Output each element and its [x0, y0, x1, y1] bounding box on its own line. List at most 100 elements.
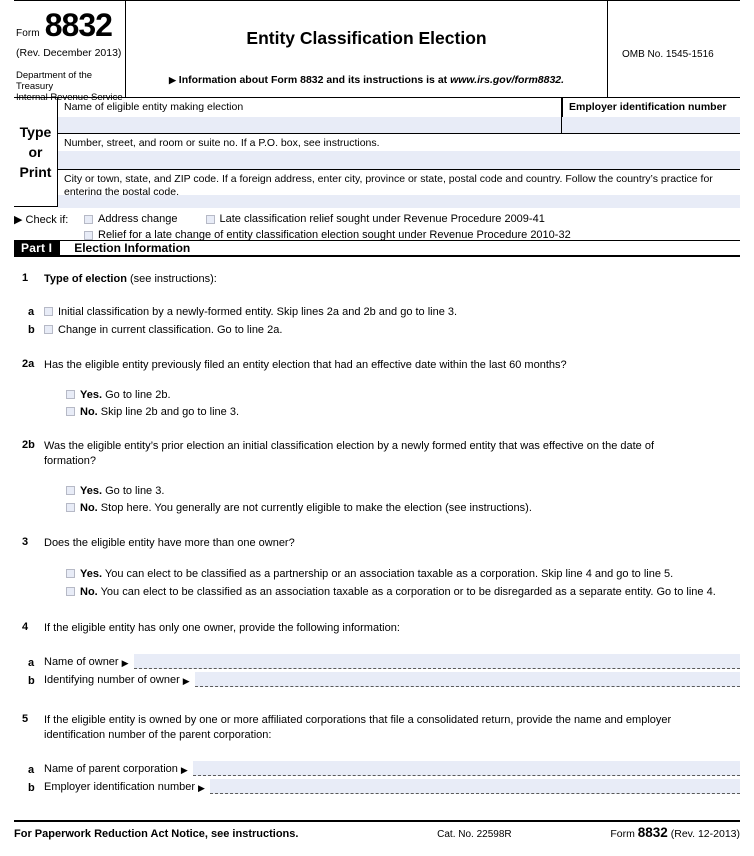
checkbox-line-1a[interactable]: [44, 306, 53, 316]
form-info-url: www.irs.gov/form8832.: [450, 74, 565, 86]
entity-name-row: Name of eligible entity making election …: [58, 98, 740, 134]
footer-form-id: Form 8832 (Rev. 12-2013): [610, 825, 740, 840]
part-i-title: Election Information: [74, 241, 191, 255]
line-1-bold-text: Type of election: [44, 273, 127, 285]
omb-number: OMB No. 1545-1516: [622, 49, 714, 60]
checkbox-late-classification-relief-label: Late classification relief sought under …: [219, 213, 545, 225]
footer-form-rev: (Rev. 12-2013): [670, 828, 740, 840]
right-triangle-icon-4b: ▶: [182, 675, 190, 686]
line-2a-yes-bold: Yes.: [80, 389, 103, 402]
line-3-yes: Yes. You can elect to be classified as a…: [14, 567, 740, 582]
type-or-print-line-1: Type: [19, 123, 52, 140]
part-i-header-bar: Part I Election Information: [14, 240, 740, 257]
type-or-print-rows: Name of eligible entity making election …: [58, 98, 740, 208]
line-4a-label: Name of owner: [44, 655, 119, 668]
form-number-line: Form 8832: [16, 7, 113, 43]
type-or-print-table: Type or Print Name of eligible entity ma…: [14, 97, 740, 208]
line-5a: a Name of parent corporation ▶: [14, 759, 740, 777]
line-5: 5 If the eligible entity is owned by one…: [14, 713, 740, 743]
line-3-no-bold: No.: [80, 585, 98, 598]
check-if-section: ▶ Check if: Address change Late classifi…: [14, 207, 740, 241]
checkbox-late-classification-relief[interactable]: [205, 214, 215, 224]
checkbox-line-2b-no[interactable]: [66, 502, 75, 512]
check-if-label: ▶ Check if:: [14, 213, 69, 226]
street-address-caption: Number, street, and room or suite no. If…: [64, 137, 380, 149]
line-2a-no: No. Skip line 2b and go to line 3.: [14, 405, 740, 420]
form-info-text: Information about Form 8832 and its inst…: [178, 74, 451, 86]
checkbox-line-2a-no[interactable]: [66, 406, 75, 416]
line-4b-letter: b: [28, 674, 35, 687]
street-address-row: Number, street, and room or suite no. If…: [58, 134, 740, 170]
check-if-row-1: ▶ Check if: Address change Late classifi…: [14, 211, 740, 227]
line-2b-yes: Yes. Go to line 3.: [14, 484, 740, 499]
line-5a-input[interactable]: [192, 761, 740, 777]
line-1b-text: Change in current classification. Go to …: [58, 323, 283, 336]
right-triangle-icon-5a: ▶: [180, 765, 188, 776]
page-title: Entity Classification Election: [246, 28, 487, 48]
line-4a-letter: a: [28, 656, 35, 669]
line-5-text: If the eligible entity is owned by one o…: [44, 713, 672, 741]
line-4-number: 4: [22, 620, 29, 633]
line-3-text: Does the eligible entity have more than …: [44, 536, 295, 549]
checkbox-line-3-yes[interactable]: [66, 568, 75, 578]
footer-form-number: 8832: [637, 825, 668, 840]
checkbox-line-2a-yes[interactable]: [66, 390, 75, 400]
line-4b-input[interactable]: [194, 671, 740, 687]
line-1a-letter: a: [28, 305, 35, 318]
line-4: 4 If the eligible entity has only one ow…: [14, 621, 740, 636]
line-4b: b Identifying number of owner ▶: [14, 670, 740, 687]
department-line-1: Department of the Treasury: [16, 70, 93, 92]
line-2b-text: Was the eligible entity’s prior election…: [44, 439, 655, 467]
line-2a-no-text: Skip line 2b and go to line 3.: [100, 405, 240, 418]
line-2b-no-text: Stop here. You generally are not current…: [100, 501, 532, 514]
city-state-zip-row: City or town, state, and ZIP code. If a …: [58, 170, 740, 208]
form-number: 8832: [44, 7, 113, 43]
line-4-text: If the eligible entity has only one owne…: [44, 621, 400, 634]
entity-name-input[interactable]: [58, 117, 561, 133]
line-2b-yes-bold: Yes.: [80, 485, 103, 498]
checkbox-address-change[interactable]: [84, 214, 93, 224]
line-3: 3 Does the eligible entity have more tha…: [14, 536, 740, 551]
line-2b-number: 2b: [22, 438, 35, 451]
line-2a-text: Has the eligible entity previously filed…: [44, 358, 567, 371]
line-3-yes-text: You can elect to be classified as a part…: [104, 567, 674, 580]
line-4a-input[interactable]: [133, 653, 740, 669]
line-2b-yes-text: Go to line 3.: [105, 485, 165, 498]
line-4a: a Name of owner ▶: [14, 652, 740, 669]
line-2a-yes-text: Go to line 2b.: [105, 389, 171, 402]
line-3-yes-bold: Yes.: [80, 567, 103, 580]
checkbox-line-2b-yes[interactable]: [66, 486, 75, 496]
form-footer: For Paperwork Reduction Act Notice, see …: [14, 820, 740, 840]
form-header: Form 8832 (Rev. December 2013) Departmen…: [14, 0, 740, 103]
checkbox-line-3-no[interactable]: [66, 586, 75, 596]
form-page: Form 8832 (Rev. December 2013) Departmen…: [0, 0, 754, 856]
omb-block: OMB No. 1545-1516: [608, 1, 740, 97]
line-1a-text: Initial classification by a newly-formed…: [58, 305, 458, 318]
form-word-label: Form: [16, 28, 40, 39]
checkbox-relief-late-change[interactable]: [84, 230, 93, 240]
line-3-no: No. You can elect to be classified as an…: [14, 585, 740, 600]
form-body: 1 Type of election (see instructions): a…: [14, 272, 740, 795]
line-2a-no-bold: No.: [80, 405, 98, 418]
right-triangle-icon-4a: ▶: [121, 657, 129, 668]
footer-form-word: Form: [610, 828, 635, 840]
line-5a-label: Name of parent corporation: [44, 763, 178, 776]
checkbox-address-change-label: Address change: [98, 213, 178, 225]
line-5b: b Employer identification number ▶: [14, 777, 740, 795]
checkbox-line-1b[interactable]: [44, 324, 53, 334]
line-2a: 2a Has the eligible entity previously fi…: [14, 358, 740, 373]
revision-date: (Rev. December 2013): [16, 47, 122, 59]
line-1b: b Change in current classification. Go t…: [14, 323, 740, 338]
line-2a-number: 2a: [22, 357, 35, 370]
line-5a-letter: a: [28, 764, 35, 777]
line-1a: a Initial classification by a newly-form…: [14, 305, 740, 320]
ein-input[interactable]: [562, 117, 740, 133]
paperwork-notice: For Paperwork Reduction Act Notice, see …: [14, 828, 299, 840]
form-info-link-line: ▶ Information about Form 8832 and its in…: [126, 74, 607, 86]
catalog-number: Cat. No. 22598R: [437, 829, 512, 840]
line-5b-input[interactable]: [209, 779, 740, 795]
ein-caption: Employer identification number: [569, 101, 727, 113]
line-1b-letter: b: [28, 323, 35, 336]
line-1-rest-text: (see instructions):: [129, 273, 217, 285]
street-address-input[interactable]: [58, 151, 740, 169]
